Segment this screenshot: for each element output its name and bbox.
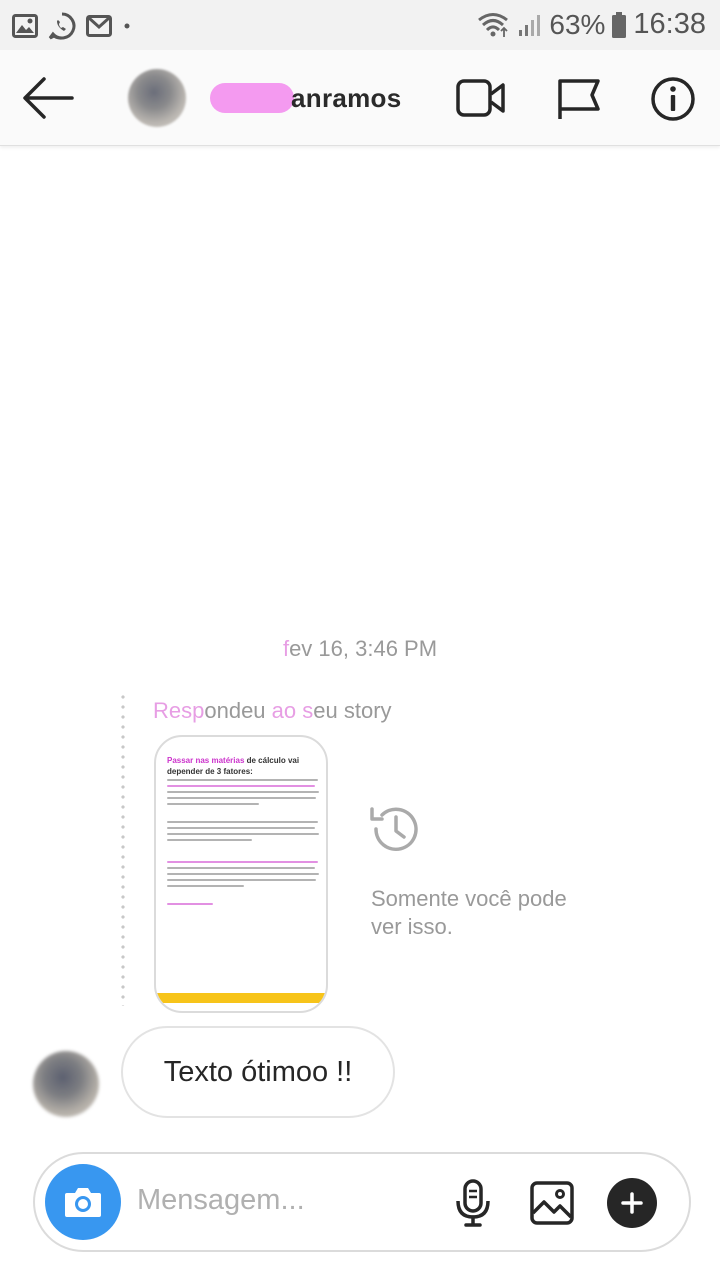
status-bar-notifications: [12, 12, 132, 40]
story-thumbnail-title: Passar nas matérias de cálculo vai depen…: [167, 756, 300, 776]
message-input[interactable]: Mensagem...: [137, 1184, 305, 1217]
contact-avatar[interactable]: [128, 69, 186, 127]
sender-avatar[interactable]: [33, 1051, 99, 1117]
story-reply-caption: Respondeu ao seu story: [153, 698, 392, 723]
story-thumbnail[interactable]: Passar nas matérias de cálculo vai depen…: [154, 735, 328, 1013]
contact-username[interactable]: anramos: [291, 83, 401, 114]
signal-icon: [519, 14, 541, 36]
message-text: Texto ótimoo !!: [163, 1055, 353, 1088]
story-thumbnail-signature: [167, 903, 321, 909]
gallery-icon: [12, 14, 38, 38]
more-options-button[interactable]: [607, 1178, 657, 1228]
clock: 16:38: [633, 8, 706, 40]
story-thumbnail-footer-bar: [156, 993, 326, 1003]
story-reply-indicator-line: [121, 692, 125, 1006]
whatsapp-icon: [48, 12, 76, 40]
history-icon: [370, 807, 418, 851]
message-bubble[interactable]: Texto ótimoo !!: [121, 1026, 395, 1118]
status-bar: 63% 16:38: [0, 0, 720, 50]
story-thumbnail-text-block: [167, 821, 321, 845]
story-thumbnail-text-block: [167, 861, 321, 891]
message-timestamp: fev 16, 3:46 PM: [282, 636, 438, 661]
wifi-icon: [478, 12, 509, 37]
flag-icon[interactable]: [556, 77, 602, 121]
redaction-mark: [210, 83, 294, 113]
visibility-note: Somente você pode ver isso.: [371, 886, 567, 939]
camera-icon: [65, 1188, 101, 1217]
plus-icon: [621, 1192, 643, 1214]
story-thumbnail-text-block: [167, 779, 321, 809]
back-arrow-icon[interactable]: [22, 76, 74, 120]
battery-icon: [612, 11, 627, 38]
microphone-icon[interactable]: [453, 1179, 493, 1229]
conversation-header: anramos: [0, 50, 720, 146]
gallery-icon[interactable]: [530, 1181, 574, 1225]
camera-button[interactable]: [45, 1164, 121, 1240]
status-bar-system: 63% 16:38: [477, 8, 706, 41]
gmail-icon: [86, 15, 112, 37]
battery-percent: 63%: [549, 8, 606, 40]
dot-icon: [124, 23, 130, 29]
info-icon[interactable]: [650, 76, 696, 122]
message-composer: Mensagem...: [33, 1152, 691, 1252]
video-call-icon[interactable]: [456, 77, 506, 119]
